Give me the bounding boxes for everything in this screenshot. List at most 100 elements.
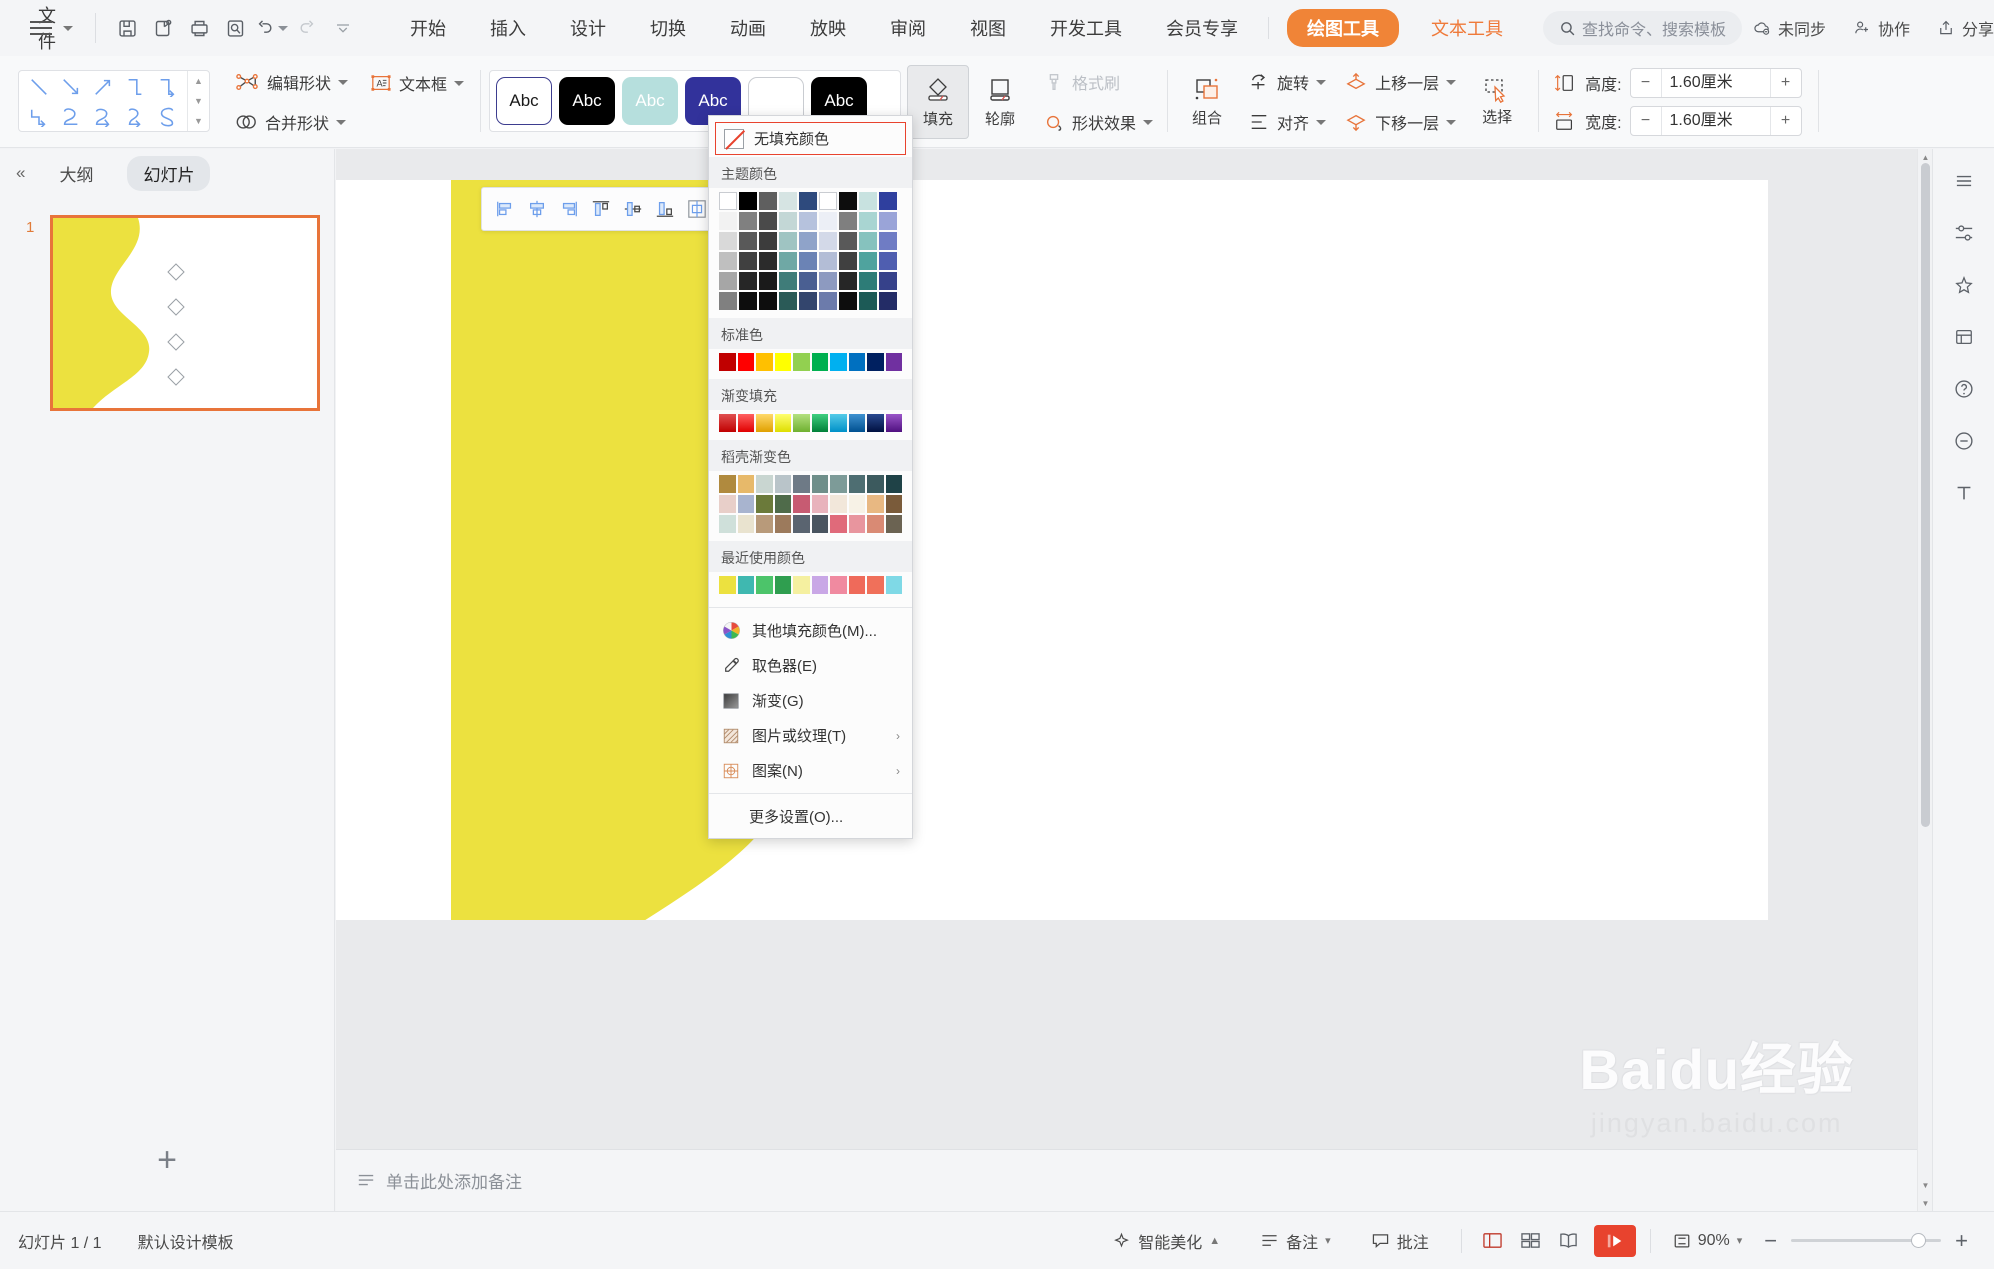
theme-color-swatch[interactable] xyxy=(839,272,857,290)
undo-icon[interactable] xyxy=(254,11,288,45)
docer-gradient-swatch[interactable] xyxy=(793,495,810,513)
docer-gradient-swatch[interactable] xyxy=(737,495,754,513)
theme-color-swatch[interactable] xyxy=(799,232,817,250)
theme-color-swatch[interactable] xyxy=(719,292,737,310)
gradient-color-swatch[interactable] xyxy=(774,414,791,432)
group-button[interactable]: 组合 xyxy=(1176,65,1238,139)
print-preview-icon[interactable] xyxy=(218,11,252,45)
panel-tab-slides[interactable]: 幻灯片 xyxy=(127,155,211,191)
fill-button[interactable]: 填充 xyxy=(907,65,970,139)
sync-status-button[interactable]: 未同步 xyxy=(1742,10,1836,46)
docer-gradient-swatch[interactable] xyxy=(885,475,902,493)
outline-button[interactable]: 轮廓 xyxy=(969,65,1031,139)
standard-color-swatch[interactable] xyxy=(830,353,847,371)
recent-color-swatch[interactable] xyxy=(774,576,791,594)
tab-drawing-tools[interactable]: 绘图工具 xyxy=(1287,9,1399,47)
standard-color-swatch[interactable] xyxy=(885,353,902,371)
theme-color-swatch[interactable] xyxy=(859,192,877,210)
theme-color-swatch[interactable] xyxy=(779,212,797,230)
gradient-color-swatch[interactable] xyxy=(848,414,865,432)
theme-color-swatch[interactable] xyxy=(819,252,837,270)
theme-color-swatch[interactable] xyxy=(779,292,797,310)
docer-gradient-swatch[interactable] xyxy=(793,475,810,493)
gradient-color-swatch[interactable] xyxy=(719,414,736,432)
zoom-out-button[interactable]: − xyxy=(1754,1228,1787,1254)
share-button[interactable]: 分享 xyxy=(1926,10,1994,46)
docer-gradient-swatch[interactable] xyxy=(774,475,791,493)
play-button[interactable] xyxy=(1593,1224,1636,1257)
docer-gradient-swatch[interactable] xyxy=(830,475,847,493)
gradient-color-swatch[interactable] xyxy=(885,414,902,432)
panel-handle-icon[interactable] xyxy=(1946,163,1982,199)
theme-color-swatch[interactable] xyxy=(799,212,817,230)
standard-color-swatch[interactable] xyxy=(793,353,810,371)
theme-color-swatch[interactable] xyxy=(739,212,757,230)
line-shapes-gallery[interactable]: ▲ ▼ ▼ xyxy=(18,70,210,132)
recent-color-swatch[interactable] xyxy=(811,576,828,594)
recent-color-swatch[interactable] xyxy=(756,576,773,594)
docer-gradient-swatch[interactable] xyxy=(774,495,791,513)
docer-gradient-swatch[interactable] xyxy=(848,475,865,493)
shape-elbow-connector[interactable] xyxy=(119,72,151,102)
gradient-color-swatch[interactable] xyxy=(830,414,847,432)
eyedropper-menu-item[interactable]: 取色器(E) xyxy=(709,648,912,683)
standard-color-swatch[interactable] xyxy=(756,353,773,371)
slide-sorter-icon[interactable] xyxy=(1514,1226,1548,1256)
tab-animation[interactable]: 动画 xyxy=(708,9,788,47)
docer-gradient-swatch[interactable] xyxy=(885,515,902,533)
template-name-label[interactable]: 默认设计模板 xyxy=(120,1229,252,1253)
scroll-down-arrow[interactable]: ▼ xyxy=(1918,1177,1933,1193)
slide-canvas[interactable] xyxy=(336,180,1768,920)
height-value[interactable]: 1.60厘米 xyxy=(1660,69,1771,97)
shape-line-arrow-diagonal[interactable] xyxy=(55,72,87,102)
docer-gradient-swatch[interactable] xyxy=(830,495,847,513)
theme-color-swatch[interactable] xyxy=(879,192,897,210)
theme-color-swatch[interactable] xyxy=(879,232,897,250)
tab-start[interactable]: 开始 xyxy=(388,9,468,47)
theme-color-swatch[interactable] xyxy=(739,192,757,210)
recent-color-swatch[interactable] xyxy=(885,576,902,594)
tab-slideshow[interactable]: 放映 xyxy=(788,9,868,47)
beautify-button[interactable]: 智能美化 ▲ xyxy=(1094,1229,1238,1253)
docer-gradient-swatch[interactable] xyxy=(811,495,828,513)
theme-color-swatch[interactable] xyxy=(859,292,877,310)
properties-icon[interactable] xyxy=(1946,215,1982,251)
normal-view-icon[interactable] xyxy=(1476,1226,1510,1256)
theme-color-swatch[interactable] xyxy=(779,192,797,210)
shape-curve-arrow-2[interactable] xyxy=(119,102,151,132)
merge-shape-button[interactable]: 合并形状 xyxy=(226,106,356,138)
width-value[interactable]: 1.60厘米 xyxy=(1660,107,1771,135)
docer-gradient-swatch[interactable] xyxy=(867,475,884,493)
gradient-color-swatch[interactable] xyxy=(793,414,810,432)
recent-color-swatch[interactable] xyxy=(719,576,736,594)
bring-forward-button[interactable]: 上移一层 xyxy=(1336,66,1464,98)
tab-text-tools[interactable]: 文本工具 xyxy=(1409,9,1525,47)
shape-elbow-arrow-2[interactable] xyxy=(23,102,55,132)
theme-color-swatch[interactable] xyxy=(739,232,757,250)
standard-color-swatch[interactable] xyxy=(737,353,754,371)
theme-color-swatch[interactable] xyxy=(839,212,857,230)
docer-gradient-swatch[interactable] xyxy=(719,515,736,533)
layers-icon[interactable] xyxy=(1946,319,1982,355)
standard-color-swatch[interactable] xyxy=(719,353,736,371)
theme-color-swatch[interactable] xyxy=(759,212,777,230)
shape-gallery-scroll-up[interactable]: ▲ xyxy=(188,71,209,91)
tab-transition[interactable]: 切换 xyxy=(628,9,708,47)
theme-color-swatch[interactable] xyxy=(719,252,737,270)
theme-color-swatch[interactable] xyxy=(759,252,777,270)
standard-color-swatch[interactable] xyxy=(811,353,828,371)
docer-gradient-swatch[interactable] xyxy=(848,495,865,513)
customize-qat-icon[interactable] xyxy=(326,11,360,45)
shape-gallery-scroll-down[interactable]: ▼ xyxy=(188,91,209,111)
tab-view[interactable]: 视图 xyxy=(948,9,1028,47)
docer-gradient-swatch[interactable] xyxy=(719,475,736,493)
picture-texture-menu-item[interactable]: 图片或纹理(T) › xyxy=(709,718,912,753)
scrollbar-thumb[interactable] xyxy=(1921,163,1930,827)
recent-color-swatch[interactable] xyxy=(793,576,810,594)
recent-color-swatch[interactable] xyxy=(737,576,754,594)
shape-s-curve[interactable] xyxy=(151,102,183,132)
no-fill-menu-item[interactable]: 无填充颜色 xyxy=(715,122,906,155)
theme-color-swatch[interactable] xyxy=(719,232,737,250)
height-increase-button[interactable]: + xyxy=(1771,74,1801,92)
save-as-icon[interactable] xyxy=(146,11,180,45)
